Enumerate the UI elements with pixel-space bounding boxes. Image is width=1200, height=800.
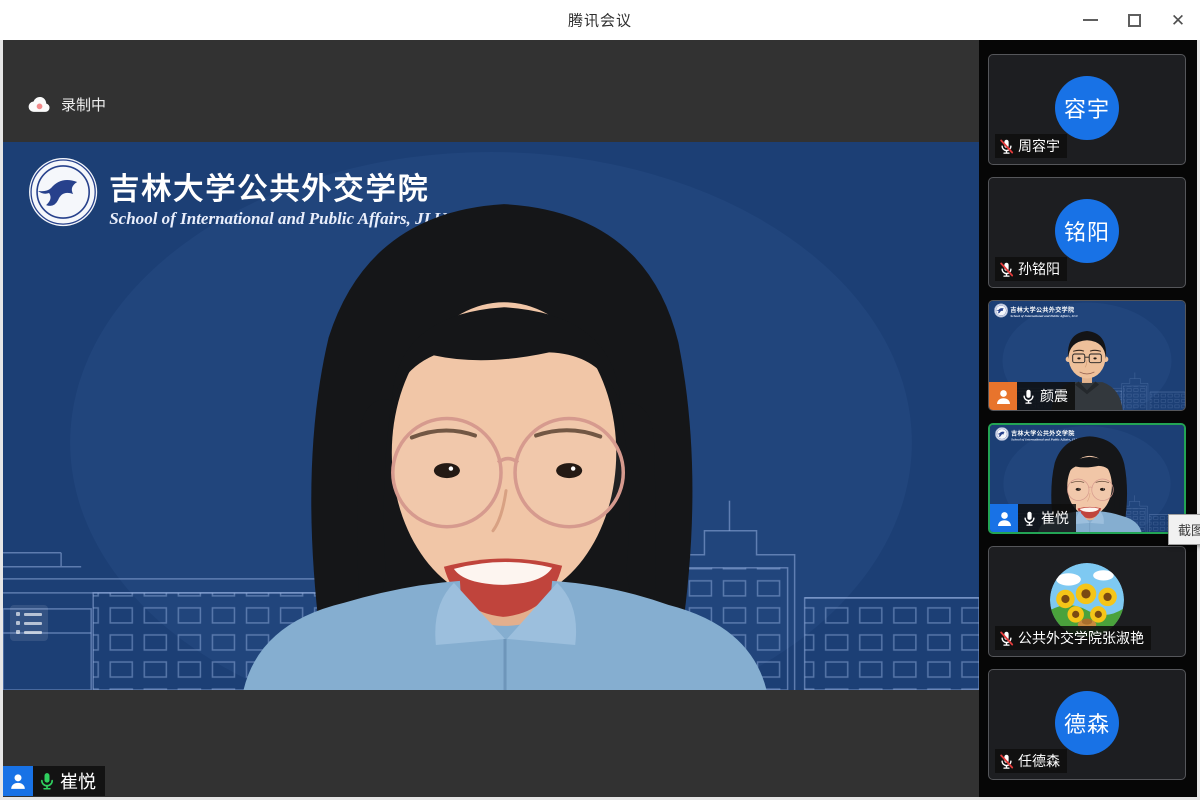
- mic-muted-icon: [998, 138, 1015, 155]
- mic-muted-icon: [998, 753, 1015, 770]
- titlebar: 腾讯会议 ✕: [0, 0, 1200, 40]
- window-controls: ✕: [1068, 0, 1200, 40]
- mic-on-icon: [1021, 510, 1038, 527]
- participant-tile-yanzhen[interactable]: 颜震: [988, 300, 1186, 411]
- list-icon: [10, 605, 48, 641]
- person-icon: [994, 387, 1013, 406]
- meeting-content: 录制中 崔悦: [0, 40, 1200, 800]
- minimize-button[interactable]: [1068, 0, 1112, 40]
- mic-on-icon: [1020, 388, 1037, 405]
- member-role-indicator: [3, 766, 33, 796]
- participant-name: 颜震: [1040, 386, 1068, 406]
- speaker-video: [3, 142, 979, 690]
- recording-indicator: 录制中: [28, 94, 106, 115]
- close-icon: ✕: [1171, 12, 1185, 29]
- avatar: 德森: [1055, 691, 1119, 755]
- avatar: 铭阳: [1055, 199, 1119, 263]
- maximize-icon: [1128, 14, 1141, 27]
- main-speaker-name-bar: 崔悦: [3, 766, 105, 796]
- person-icon: [8, 771, 28, 791]
- recording-label: 录制中: [61, 94, 106, 115]
- participant-name: 崔悦: [1041, 508, 1069, 528]
- main-speaker-name: 崔悦: [60, 768, 96, 794]
- participant-name: 周容宇: [1018, 136, 1060, 156]
- mic-on-icon: [37, 771, 57, 791]
- participant-name: 孙铭阳: [1018, 259, 1060, 279]
- maximize-button[interactable]: [1112, 0, 1156, 40]
- participant-name: 公共外交学院张淑艳: [1018, 628, 1144, 648]
- main-stage: 录制中 崔悦: [3, 40, 979, 797]
- minimize-icon: [1083, 19, 1098, 21]
- main-video-feed: [3, 142, 979, 690]
- participant-tile-zhangshuyan[interactable]: 公共外交学院张淑艳: [988, 546, 1186, 657]
- participant-tile-rendesen[interactable]: 德森 任德森: [988, 669, 1186, 780]
- mic-muted-icon: [998, 261, 1015, 278]
- meeting-window: 腾讯会议 ✕ 录制中: [0, 0, 1200, 800]
- window-title: 腾讯会议: [568, 10, 632, 31]
- member-role-indicator: [990, 504, 1018, 532]
- mic-muted-icon: [998, 630, 1015, 647]
- close-button[interactable]: ✕: [1156, 0, 1200, 40]
- participants-sidebar: 容宇 周容宇 铭阳 孙铭阳: [979, 40, 1197, 797]
- host-role-indicator: [989, 382, 1017, 410]
- participant-tile-sunmingyang[interactable]: 铭阳 孙铭阳: [988, 177, 1186, 288]
- participant-tile-cuiyue[interactable]: 崔悦: [988, 423, 1186, 534]
- cloud-recording-icon: [28, 95, 52, 114]
- participant-name: 任德森: [1018, 751, 1060, 771]
- person-icon: [995, 509, 1014, 528]
- avatar: 容宇: [1055, 76, 1119, 140]
- screenshot-tooltip: 截图: [1168, 514, 1200, 545]
- participant-tile-zhourongyu[interactable]: 容宇 周容宇: [988, 54, 1186, 165]
